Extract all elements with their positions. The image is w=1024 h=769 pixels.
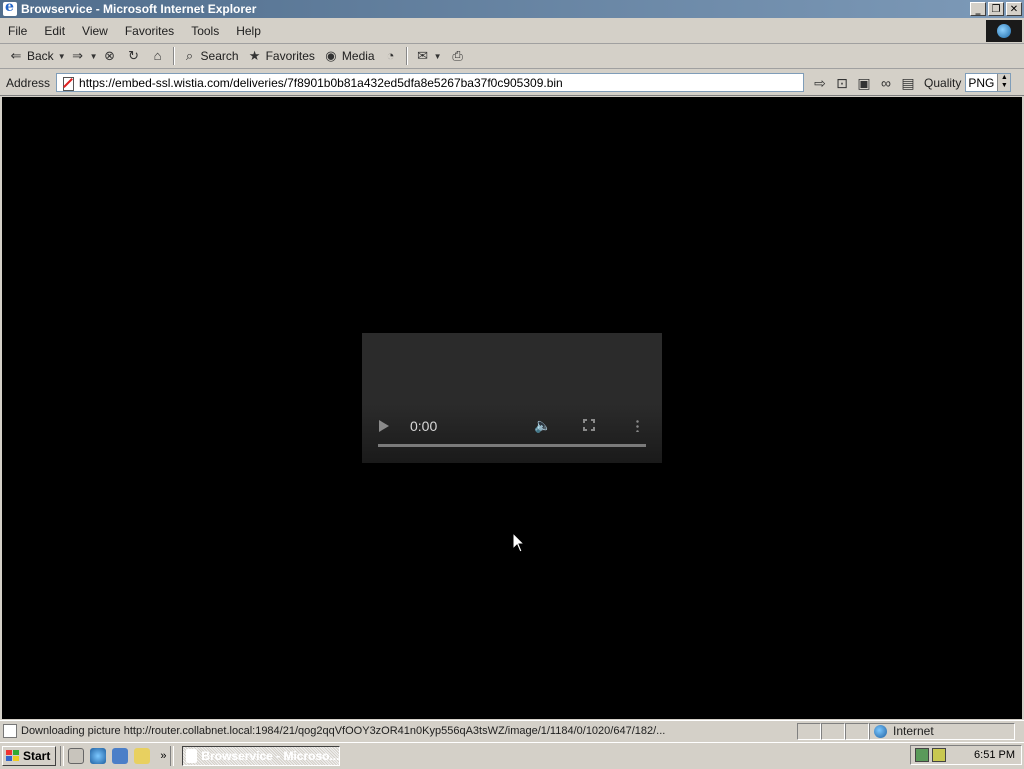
internet-zone-icon [874,724,887,738]
video-progress-bar[interactable] [378,444,646,447]
quality-value: PNG [968,75,995,90]
quick-launch: » [68,748,166,764]
globe-icon [997,24,1011,38]
video-time: 0:00 [410,418,438,434]
tray-app-icon[interactable] [932,748,946,762]
volume-icon[interactable]: 🔈 [534,417,551,434]
media-label: Media [341,49,375,63]
menu-view[interactable]: View [74,24,117,38]
search-icon: ⌕ [185,48,194,63]
video-player[interactable]: 0:00 🔈 [362,333,662,463]
taskbar-separator [170,746,175,766]
menu-edit[interactable]: Edit [36,24,74,38]
toolbar-separator [405,47,408,65]
spin-arrows-icon[interactable]: ▲ ▼ [997,74,1011,91]
status-cell [845,722,869,740]
favorites-button[interactable]: ★ Favorites [243,48,319,64]
media-icon: ◉ [325,48,337,63]
restore-button[interactable]: ❐ [988,2,1004,16]
menu-bar: File Edit View Favorites Tools Help [0,19,1024,44]
security-zone: Internet [869,722,1015,740]
taskbar-separator [60,746,65,766]
page-icon [61,76,75,91]
windows-explorer-icon[interactable] [134,748,151,764]
start-label: Start [23,749,51,763]
address-label: Address [6,75,51,90]
stop-icon: ⊗ [104,48,115,63]
save-icon[interactable]: ▣ [856,75,872,91]
bookmark-icon[interactable]: ⊡ [834,75,850,91]
quality-select[interactable]: PNG ▲ ▼ [965,73,1012,92]
mail-icon: ✉ [417,48,429,63]
status-cell [797,722,821,740]
toolbar-separator [172,47,175,65]
task-label: Browservice - Microso... [201,749,340,763]
stop-button[interactable]: ⊗ [98,48,122,64]
close-button[interactable]: ✕ [1006,2,1022,16]
start-button[interactable]: Start [2,746,57,766]
taskbar: Start » Browservice - Microso... 6:51 PM [0,742,1024,769]
address-input[interactable]: https://embed-ssl.wistia.com/deliveries/… [56,73,805,92]
system-tray: 6:51 PM [910,745,1022,765]
minimize-button[interactable]: _ [970,2,986,16]
back-arrow-icon: ⇐ [10,48,22,63]
play-icon[interactable] [379,420,389,432]
taskbar-window-button[interactable]: Browservice - Microso... [182,746,341,766]
history-button[interactable]: ◔ [379,48,403,64]
throbber-logo [986,20,1022,42]
back-button[interactable]: ⇐ Back [4,48,58,64]
page-content: 0:00 🔈 [2,97,1022,719]
home-icon: ⌂ [153,48,162,63]
back-dropdown-icon[interactable]: ▼ [58,52,66,61]
clock[interactable]: 6:51 PM [974,749,1015,761]
quick-launch-chevron[interactable]: » [160,750,166,762]
print-icon: ⎙ [452,48,463,63]
search-label: Search [200,49,239,63]
menu-favorites[interactable]: Favorites [117,24,183,38]
zone-label: Internet [893,724,934,738]
standard-toolbar: ⇐ Back ▼ ⇒ ▼ ⊗ ↻ ⌂ ⌕ Search ★ Favorites … [0,44,1024,69]
refresh-button[interactable]: ↻ [122,48,146,64]
forward-arrow-icon: ⇒ [72,48,84,63]
status-cell [821,722,845,740]
windows-logo-icon [6,750,20,762]
address-bar: Address https://embed-ssl.wistia.com/del… [0,70,1024,96]
show-desktop-icon[interactable] [68,748,85,764]
search-button[interactable]: ⌕ Search [178,48,243,64]
favorites-icon: ★ [248,48,261,63]
history-icon: ◔ [386,48,395,63]
refresh-icon: ↻ [128,48,139,63]
forward-dropdown-icon[interactable]: ▼ [90,52,98,61]
network-icon[interactable] [915,748,929,762]
ie-task-icon [186,749,198,763]
fullscreen-icon[interactable] [583,419,595,431]
status-text: Downloading picture http://router.collab… [21,725,666,737]
find-icon[interactable]: ∞ [878,75,894,91]
home-button[interactable]: ⌂ [146,48,170,64]
favorites-label: Favorites [265,49,315,63]
forward-button[interactable]: ⇒ [66,48,90,64]
address-url: https://embed-ssl.wistia.com/deliveries/… [79,75,563,90]
title-bar: Browservice - Microsoft Internet Explore… [0,0,1024,18]
window-title: Browservice - Microsoft Internet Explore… [21,2,257,16]
menu-file[interactable]: File [0,24,36,38]
more-options-icon[interactable] [636,419,639,432]
ie-icon [3,0,17,16]
go-arrow-icon[interactable]: ⇨ [812,75,828,91]
quality-label: Quality [924,75,962,90]
menu-tools[interactable]: Tools [183,24,228,38]
menu-help[interactable]: Help [228,24,270,38]
status-bar: Downloading picture http://router.collab… [0,720,1024,741]
mail-button[interactable]: ✉ ▼ [411,48,446,64]
mail-dropdown-icon: ▼ [433,51,442,61]
page-status-icon [3,724,17,738]
internet-explorer-icon[interactable] [90,748,107,764]
media-button[interactable]: ◉ Media [319,48,379,64]
clipboard-icon[interactable]: ▤ [900,75,916,91]
outlook-express-icon[interactable] [112,748,129,764]
video-controls: 0:00 🔈 [362,413,662,463]
print-button[interactable]: ⎙ [446,48,470,64]
back-label: Back [27,49,54,63]
